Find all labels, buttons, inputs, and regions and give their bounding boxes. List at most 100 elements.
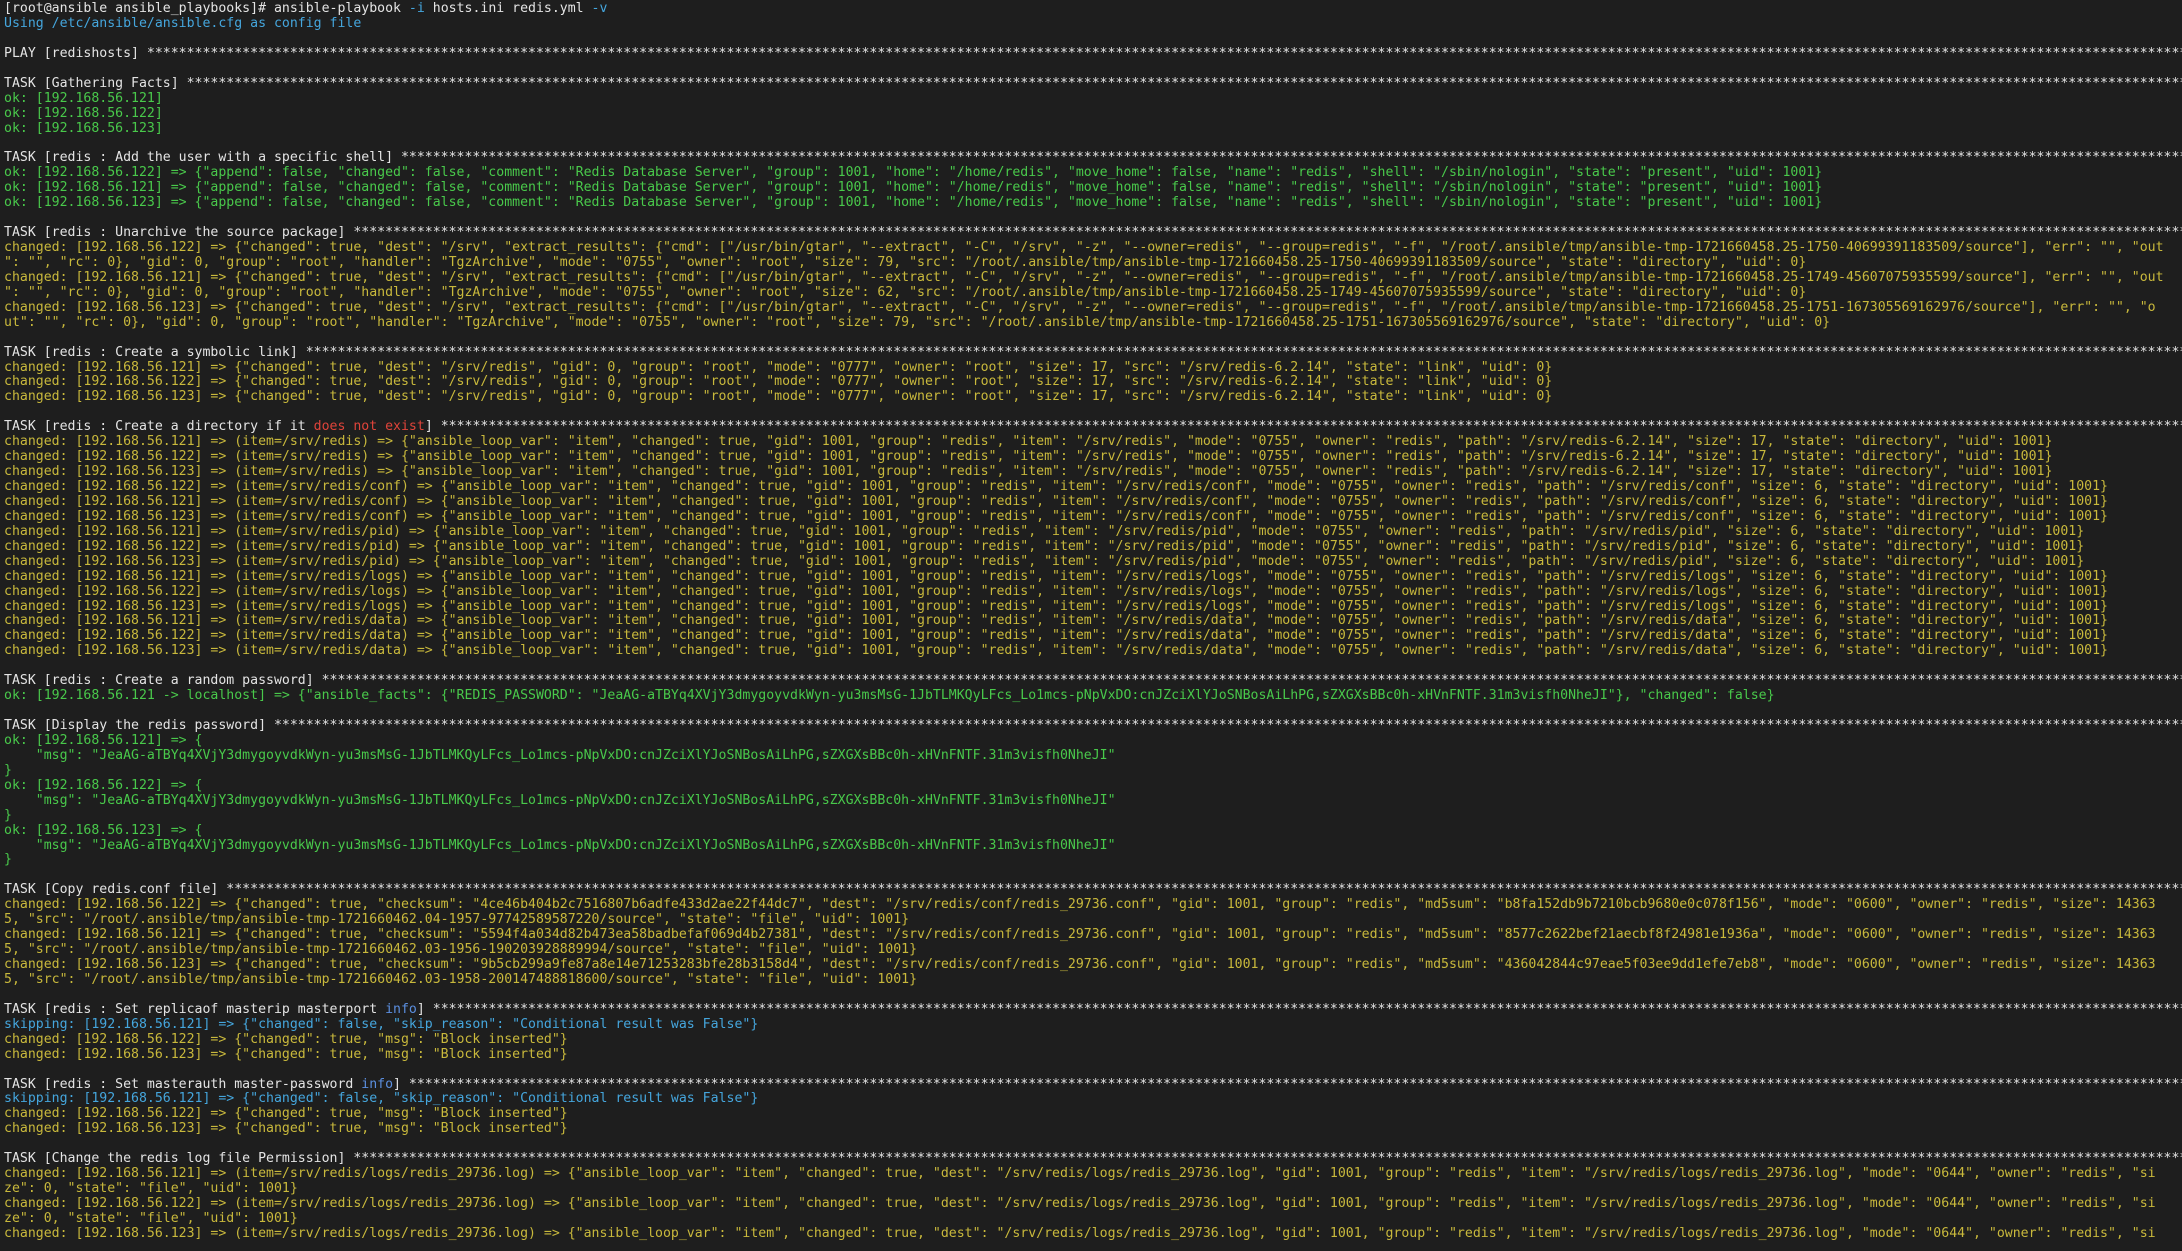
terminal-text-segment: -v	[591, 2, 608, 16]
terminal-text-segment: changed: [192.168.56.122] => {"changed":…	[4, 898, 2156, 913]
terminal-line: [root@ansible ansible_playbooks]# ansibl…	[4, 2, 2182, 17]
terminal-text-segment: "msg": "JeaAG-aTBYq4XVjY3dmygoyvdkWyn-yu…	[4, 793, 1116, 808]
terminal-text-segment: ok: [192.168.56.123] => {	[4, 823, 203, 838]
terminal-text-segment: changed: [192.168.56.122] => {"changed":…	[4, 241, 2164, 255]
terminal-text-segment: TASK [redis : Set masterauth master-pass…	[4, 1077, 362, 1092]
terminal-text-segment: ze": 0, "state": "file", "uid": 1001}	[4, 1211, 298, 1226]
terminal-line: }	[4, 764, 2182, 779]
terminal-text-segment: ut": "", "rc": 0}, "gid": 0, "group": "r…	[4, 315, 1831, 330]
terminal-line: changed: [192.168.56.121] => (item=/srv/…	[4, 1167, 2182, 1182]
terminal-line: 5, "src": "/root/.ansible/tmp/ansible-tm…	[4, 943, 2182, 958]
terminal-line: changed: [192.168.56.122] => (item=/srv/…	[4, 629, 2182, 644]
terminal-line: changed: [192.168.56.122] => (item=/srv/…	[4, 540, 2182, 555]
terminal-line: TASK [redis : Unarchive the source packa…	[4, 226, 2182, 241]
terminal-line: changed: [192.168.56.123] => {"changed":…	[4, 1122, 2182, 1137]
terminal-text-segment: ze": 0, "state": "file", "uid": 1001}	[4, 1182, 298, 1197]
terminal-line: changed: [192.168.56.121] => {"changed":…	[4, 928, 2182, 943]
terminal-text-segment: changed: [192.168.56.121] => (item=/srv/…	[4, 614, 2108, 629]
terminal-line: ": "", "rc": 0}, "gid": 0, "group": "roo…	[4, 286, 2182, 301]
terminal-text-segment: 5, "src": "/root/.ansible/tmp/ansible-tm…	[4, 972, 918, 987]
terminal-text-segment: changed: [192.168.56.123] => {"changed":…	[4, 300, 2156, 315]
terminal-line: ok: [192.168.56.121] => {	[4, 734, 2182, 749]
terminal-line: TASK [redis : Create a directory if it d…	[4, 420, 2182, 435]
terminal-text-segment: ok: [192.168.56.121] => {	[4, 733, 203, 748]
terminal-text-segment: "msg": "JeaAG-aTBYq4XVjY3dmygoyvdkWyn-yu…	[4, 748, 1116, 763]
terminal-text-segment: changed: [192.168.56.122] => {"changed":…	[4, 1032, 568, 1047]
terminal-text-segment: ": "", "rc": 0}, "gid": 0, "group": "roo…	[4, 255, 1807, 270]
terminal-line: changed: [192.168.56.123] => {"changed":…	[4, 301, 2182, 316]
terminal-text-segment: does not exist	[313, 420, 425, 435]
terminal-line: ok: [192.168.56.123]	[4, 122, 2182, 137]
terminal-text-segment: Using /etc/ansible/ansible.cfg as config…	[4, 16, 362, 31]
terminal-line: changed: [192.168.56.122] => (item=/srv/…	[4, 480, 2182, 495]
terminal-text-segment: TASK [redis : Set replicaof masterip mas…	[4, 1002, 386, 1017]
terminal-text-segment: TASK [Change the redis log file Permissi…	[4, 1152, 2182, 1167]
terminal-text-segment: changed: [192.168.56.122] => (item=/srv/…	[4, 629, 2108, 644]
terminal-line: changed: [192.168.56.123] => (item=/srv/…	[4, 644, 2182, 659]
terminal-text-segment: ok: [192.168.56.123]	[4, 121, 163, 136]
terminal-text-segment: changed: [192.168.56.122] => {"changed":…	[4, 375, 1553, 390]
terminal-line: changed: [192.168.56.121] => (item=/srv/…	[4, 614, 2182, 629]
terminal-line: ok: [192.168.56.122]	[4, 107, 2182, 122]
terminal-window[interactable]: [root@ansible ansible_playbooks]# ansibl…	[0, 0, 2182, 1251]
terminal-line: changed: [192.168.56.123] => (item=/srv/…	[4, 600, 2182, 615]
terminal-text-segment: changed: [192.168.56.121] => (item=/srv/…	[4, 435, 2053, 450]
terminal-line: changed: [192.168.56.123] => {"changed":…	[4, 1048, 2182, 1063]
terminal-text-segment: changed: [192.168.56.123] => (item=/srv/…	[4, 465, 2053, 480]
terminal-line: TASK [redis : Set masterauth master-pass…	[4, 1078, 2182, 1093]
terminal-text-segment: ok: [192.168.56.122] => {	[4, 778, 203, 793]
terminal-line: ok: [192.168.56.122] => {"append": false…	[4, 166, 2182, 181]
terminal-line: changed: [192.168.56.123] => {"changed":…	[4, 958, 2182, 973]
terminal-line: ze": 0, "state": "file", "uid": 1001}	[4, 1212, 2182, 1227]
terminal-text-segment: ok: [192.168.56.121 -> localhost] => {"a…	[4, 689, 1775, 704]
terminal-text-segment: ok: [192.168.56.122]	[4, 106, 163, 121]
terminal-line: ok: [192.168.56.121]	[4, 92, 2182, 107]
terminal-text-segment: -i	[408, 2, 425, 16]
terminal-text-segment: changed: [192.168.56.121] => {"changed":…	[4, 928, 2156, 943]
terminal-line: TASK [redis : Create a symbolic link] **…	[4, 346, 2182, 361]
terminal-line: changed: [192.168.56.122] => {"changed":…	[4, 241, 2182, 256]
terminal-text-segment: TASK [Gathering Facts] *****************…	[4, 76, 2182, 91]
terminal-text-segment: TASK [redis : Add the user with a specif…	[4, 151, 2182, 166]
terminal-text-segment: ": "", "rc": 0}, "gid": 0, "group": "roo…	[4, 285, 1807, 300]
terminal-text-segment: changed: [192.168.56.123] => {"changed":…	[4, 958, 2156, 972]
terminal-text-segment: "msg": "JeaAG-aTBYq4XVjY3dmygoyvdkWyn-yu…	[4, 838, 1116, 853]
terminal-text-segment: 5, "src": "/root/.ansible/tmp/ansible-tm…	[4, 943, 918, 958]
terminal-line: 5, "src": "/root/.ansible/tmp/ansible-tm…	[4, 973, 2182, 988]
terminal-line: TASK [Change the redis log file Permissi…	[4, 1152, 2182, 1167]
terminal-line: changed: [192.168.56.121] => (item=/srv/…	[4, 525, 2182, 540]
terminal-text-segment: ok: [192.168.56.123] => {"append": false…	[4, 196, 1823, 211]
terminal-text-segment: }	[4, 853, 12, 868]
terminal-line: ok: [192.168.56.122] => {	[4, 779, 2182, 794]
terminal-text-segment: hosts.ini redis.yml	[424, 2, 592, 16]
terminal-text-segment: ok: [192.168.56.122] => {"append": false…	[4, 166, 1823, 181]
terminal-line: TASK [Gathering Facts] *****************…	[4, 77, 2182, 92]
terminal-line: ut": "", "rc": 0}, "gid": 0, "group": "r…	[4, 316, 2182, 331]
terminal-text-segment: changed: [192.168.56.123] => (item=/srv/…	[4, 644, 2108, 659]
terminal-line: TASK [Display the redis password] ******…	[4, 719, 2182, 734]
terminal-line: }	[4, 809, 2182, 824]
terminal-text-segment: changed: [192.168.56.121] => {"changed":…	[4, 270, 2164, 285]
terminal-line: TASK [redis : Create a random password] …	[4, 674, 2182, 689]
terminal-text-segment: changed: [192.168.56.122] => {"changed":…	[4, 1107, 568, 1122]
terminal-text-segment: changed: [192.168.56.123] => {"changed":…	[4, 390, 1553, 405]
terminal-line: changed: [192.168.56.122] => (item=/srv/…	[4, 450, 2182, 465]
terminal-line: changed: [192.168.56.121] => (item=/srv/…	[4, 435, 2182, 450]
terminal-text-segment: changed: [192.168.56.122] => (item=/srv/…	[4, 539, 2085, 554]
terminal-line: ok: [192.168.56.121] => {"append": false…	[4, 181, 2182, 196]
terminal-text-segment: changed: [192.168.56.123] => {"changed":…	[4, 1122, 568, 1137]
terminal-text-segment: changed: [192.168.56.122] => (item=/srv/…	[4, 1197, 2156, 1211]
terminal-text-segment: info	[361, 1077, 394, 1092]
terminal-line: TASK [Copy redis.conf file] ************…	[4, 883, 2182, 898]
terminal-line: changed: [192.168.56.122] => (item=/srv/…	[4, 585, 2182, 600]
terminal-text-segment: ] **************************************…	[416, 1002, 2182, 1017]
terminal-line: }	[4, 853, 2182, 868]
terminal-line: skipping: [192.168.56.121] => {"changed"…	[4, 1018, 2182, 1033]
terminal-text-segment: TASK [Display the redis password] ******…	[4, 719, 2182, 733]
terminal-line: changed: [192.168.56.122] => {"changed":…	[4, 1033, 2182, 1048]
terminal-line: ok: [192.168.56.121 -> localhost] => {"a…	[4, 689, 2182, 704]
